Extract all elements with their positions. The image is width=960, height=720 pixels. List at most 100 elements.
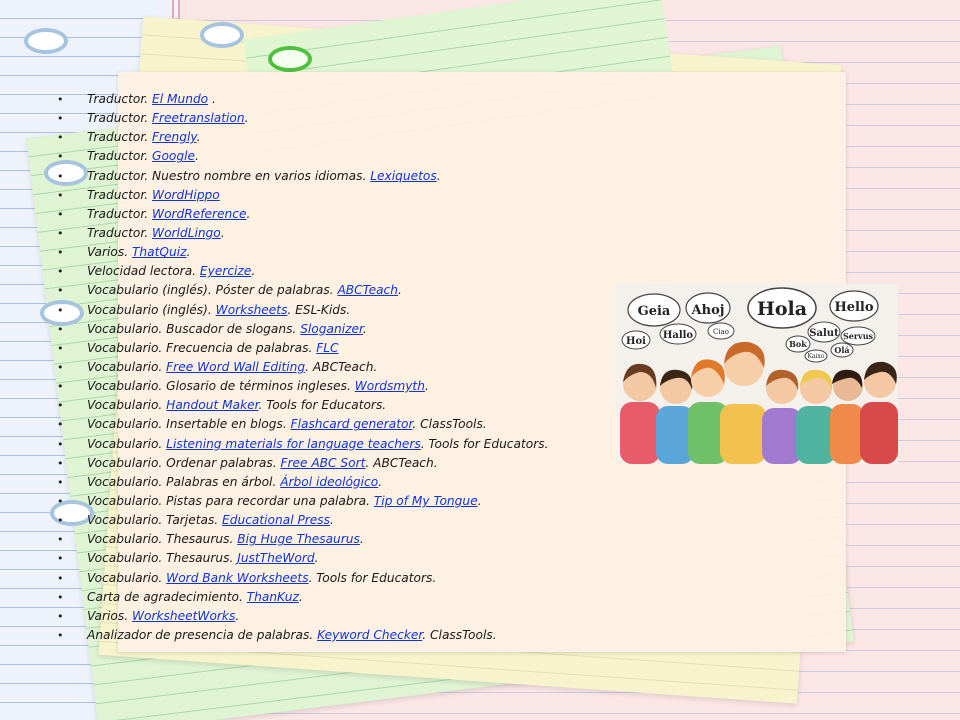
resource-link[interactable]: Word Bank Worksheets [166, 571, 308, 585]
list-item: Velocidad lectora. Eyercize. [57, 262, 617, 281]
resource-link[interactable]: Lexiquetos [370, 169, 436, 183]
list-item: Vocabulario. Palabras en árbol. Árbol id… [57, 473, 617, 492]
resource-link[interactable]: WorldLingo [152, 226, 221, 240]
resource-link[interactable]: Handout Maker [166, 398, 258, 412]
svg-text:Hola: Hola [757, 298, 807, 320]
resource-link[interactable]: WorksheetWorks [132, 609, 235, 623]
resource-link[interactable]: Wordsmyth [355, 379, 425, 393]
item-description: Vocabulario. Buscador de slogans. [87, 321, 301, 336]
item-description: Vocabulario. [87, 436, 167, 451]
item-suffix: . [251, 264, 256, 279]
resource-link[interactable]: Freetranslation [152, 111, 245, 125]
item-suffix: . [244, 111, 249, 126]
item-description: Analizador de presencia de palabras. [87, 627, 318, 642]
resource-link[interactable]: Frengly [152, 130, 197, 144]
item-suffix: . [397, 283, 402, 298]
svg-text:Ciao: Ciao [713, 328, 729, 336]
resource-list: Traductor. El Mundo .Traductor. Freetran… [57, 90, 617, 645]
resource-link[interactable]: Free ABC Sort [280, 456, 365, 470]
list-item: Vocabulario (inglés). Worksheets. ESL-Ki… [57, 301, 617, 320]
svg-text:Hoi: Hoi [626, 336, 646, 347]
item-description: Vocabulario. Thesaurus. [87, 532, 238, 547]
list-item: Vocabulario. Free Word Wall Editing. ABC… [57, 358, 617, 377]
item-description: Traductor. [87, 149, 153, 164]
list-item: Traductor. Freetranslation. [57, 109, 617, 128]
item-description: Vocabulario. Palabras en árbol. [87, 474, 281, 489]
resource-link[interactable]: Big Huge Thesaurus [237, 532, 360, 546]
item-suffix: . ESL-Kids. [287, 302, 351, 317]
list-item: Varios. WorksheetWorks. [57, 607, 617, 626]
list-item: Vocabulario. Pistas para recordar una pa… [57, 492, 617, 511]
resource-link[interactable]: Tip of My Tongue [374, 494, 478, 508]
list-item: Vocabulario. Glosario de términos ingles… [57, 377, 617, 396]
resource-link[interactable]: WordReference [152, 207, 246, 221]
greetings-picture: Geia Ahoj Hola Hello Hallo Ciao Hoi Salu… [616, 284, 898, 464]
item-description: Vocabulario. Ordenar palabras. [87, 455, 281, 470]
item-suffix: . [436, 168, 441, 183]
item-suffix: . [314, 551, 319, 566]
item-description: Carta de agradecimiento. [87, 589, 247, 604]
resource-link[interactable]: ThanKuz [247, 590, 299, 604]
resource-link[interactable]: Free Word Wall Editing [166, 360, 305, 374]
resource-link[interactable]: ABCTeach [337, 283, 398, 297]
list-item: Carta de agradecimiento. ThanKuz. [57, 588, 617, 607]
svg-text:Servus: Servus [843, 331, 874, 341]
binder-hole-icon [200, 22, 244, 48]
resource-link[interactable]: Worksheets [216, 303, 288, 317]
item-suffix: . [424, 379, 429, 394]
list-item: Analizador de presencia de palabras. Key… [57, 626, 617, 645]
list-item: Traductor. Google. [57, 147, 617, 166]
resource-link[interactable]: JustTheWord [237, 551, 314, 565]
svg-text:Geia: Geia [638, 304, 671, 319]
item-suffix: . [362, 321, 367, 336]
svg-text:Bok: Bok [789, 339, 807, 349]
item-description: Vocabulario. Frecuencia de palabras. [87, 340, 317, 355]
item-suffix: . Tools for Educators. [420, 436, 549, 451]
item-description: Traductor. [87, 206, 153, 221]
item-description: Vocabulario. [87, 359, 167, 374]
list-item: Vocabulario. Insertable en blogs. Flashc… [57, 415, 617, 434]
resource-link[interactable]: FLC [316, 341, 338, 355]
list-item: Traductor. WordHippo [57, 186, 617, 205]
resource-link[interactable]: Keyword Checker [317, 628, 422, 642]
resource-link[interactable]: Listening materials for language teacher… [166, 437, 421, 451]
resource-link[interactable]: Educational Press [222, 513, 330, 527]
item-suffix: . [208, 92, 216, 106]
item-description: Vocabulario. Glosario de términos ingles… [87, 379, 355, 394]
item-description: Traductor. [87, 92, 153, 106]
list-item: Vocabulario. Thesaurus. JustTheWord. [57, 549, 617, 568]
item-description: Traductor. [87, 187, 153, 202]
resource-link[interactable]: Sloganizer [300, 322, 363, 336]
svg-text:Hallo: Hallo [663, 330, 694, 341]
list-item: Vocabulario (inglés). Póster de palabras… [57, 281, 617, 300]
item-description: Vocabulario. Thesaurus. [87, 551, 238, 566]
resource-link[interactable]: Árbol ideológico [280, 475, 378, 489]
item-suffix: . [195, 149, 199, 164]
list-item: Traductor. WordReference. [57, 205, 617, 224]
resource-link[interactable]: Google [152, 149, 195, 163]
item-suffix: . [196, 130, 201, 145]
list-item: Traductor. El Mundo . [57, 90, 617, 109]
resource-link[interactable]: El Mundo [152, 92, 208, 106]
resource-link[interactable]: ThatQuiz [132, 245, 187, 259]
list-item: Traductor. Frengly. [57, 128, 617, 147]
item-description: Vocabulario (inglés). [87, 302, 216, 317]
item-suffix: . [186, 245, 191, 260]
item-suffix: . ABCTeach. [305, 359, 378, 374]
svg-text:Olá: Olá [834, 345, 849, 355]
resource-link[interactable]: WordHippo [152, 188, 220, 202]
binder-hole-icon [24, 28, 68, 54]
item-suffix: . Tools for Educators. [308, 570, 437, 585]
item-suffix: . [246, 206, 251, 221]
list-item: Vocabulario. Thesaurus. Big Huge Thesaur… [57, 530, 617, 549]
resource-link[interactable]: Eyercize [200, 264, 251, 278]
item-suffix: . [378, 474, 383, 489]
svg-text:Ahoj: Ahoj [691, 303, 725, 318]
item-description: Vocabulario. [87, 398, 167, 413]
resource-link[interactable]: Flashcard generator [291, 417, 413, 431]
item-suffix: . ABCTeach. [365, 455, 438, 470]
item-suffix: . [477, 493, 482, 508]
item-description: Vocabulario (inglés). Póster de palabras… [87, 283, 338, 298]
item-description: Vocabulario. Tarjetas. [87, 513, 223, 528]
item-suffix: . ClassTools. [422, 627, 497, 642]
